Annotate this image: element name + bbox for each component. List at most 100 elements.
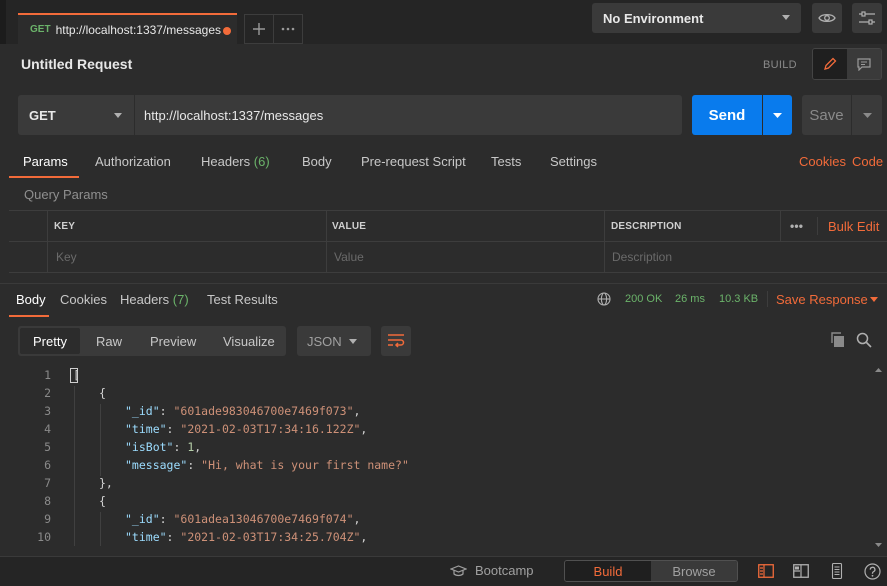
json-colon: : xyxy=(159,404,174,418)
response-tab-headers[interactable]: Headers (7) xyxy=(120,292,189,307)
code-text: }, xyxy=(99,476,113,490)
tab-settings[interactable]: Settings xyxy=(550,154,597,169)
status-code[interactable]: 200 OK xyxy=(625,293,662,305)
build-mode-button[interactable]: Build xyxy=(565,561,651,581)
pane-divider[interactable] xyxy=(0,283,887,284)
json-colon: : xyxy=(166,422,181,436)
request-title[interactable]: Untitled Request xyxy=(21,56,132,72)
browse-mode-button[interactable]: Browse xyxy=(651,561,737,581)
send-options-button[interactable] xyxy=(763,95,792,135)
line-number: 3 xyxy=(44,404,51,418)
response-tab-headers-count: (7) xyxy=(172,292,189,307)
copy-icon[interactable] xyxy=(830,332,846,348)
json-punctuation: , xyxy=(360,422,368,436)
tab-params[interactable]: Params xyxy=(23,154,68,169)
line-number: 4 xyxy=(44,422,51,436)
view-visualize-button[interactable]: Visualize xyxy=(223,334,275,349)
request-tab[interactable]: GET http://localhost:1337/messages xyxy=(18,13,237,44)
json-colon: : xyxy=(166,530,181,544)
method-label: GET xyxy=(29,107,56,123)
tab-body[interactable]: Body xyxy=(302,154,332,169)
chevron-down-icon xyxy=(782,15,790,20)
view-preview-button[interactable]: Preview xyxy=(150,334,196,349)
tab-headers[interactable]: Headers (6) xyxy=(201,154,270,169)
line-number: 8 xyxy=(44,494,51,508)
chevron-down-icon xyxy=(114,113,122,118)
editor-scrollbar[interactable] xyxy=(870,366,887,549)
url-input[interactable]: http://localhost:1337/messages xyxy=(135,95,682,135)
globe-icon[interactable] xyxy=(597,292,611,306)
bootcamp-label: Bootcamp xyxy=(475,563,534,578)
chevron-down-icon xyxy=(773,112,782,118)
save-button[interactable]: Save xyxy=(802,95,851,135)
response-tab-cookies[interactable]: Cookies xyxy=(60,292,107,307)
json-key: "message" xyxy=(125,458,188,472)
save-options-button[interactable] xyxy=(852,95,882,135)
status-bar xyxy=(0,556,887,586)
format-select[interactable]: JSON xyxy=(297,326,371,356)
manage-environments-button[interactable] xyxy=(852,3,882,33)
comment-icon xyxy=(857,57,871,71)
tab-tests[interactable]: Tests xyxy=(491,154,521,169)
method-select[interactable]: GET xyxy=(18,95,134,135)
json-punctuation: , xyxy=(353,404,361,418)
code-text: "isBot": 1, xyxy=(125,438,201,456)
response-tab-body[interactable]: Body xyxy=(16,292,46,307)
plus-icon xyxy=(253,23,265,35)
json-punctuation: , xyxy=(360,530,368,544)
column-header-description: DESCRIPTION xyxy=(611,220,682,232)
response-body-editor[interactable]: 1[2{3 "_id": "601ade983046700e7469f073", 4… xyxy=(0,366,870,546)
send-button[interactable]: Send xyxy=(692,95,762,135)
comments-button[interactable] xyxy=(847,49,881,79)
keyboard-shortcuts-icon[interactable] xyxy=(827,561,847,581)
json-value: "601ade983046700e7469f073" xyxy=(173,404,354,418)
code-text: { xyxy=(99,386,106,400)
build-mode-label: BUILD xyxy=(763,59,797,71)
view-pretty-button[interactable]: Pretty xyxy=(33,334,67,349)
tab-authorization[interactable]: Authorization xyxy=(95,154,171,169)
line-number: 5 xyxy=(44,440,51,454)
tab-options-button[interactable] xyxy=(273,14,303,44)
value-input[interactable]: Value xyxy=(334,242,364,272)
bulk-edit-link[interactable]: Bulk Edit xyxy=(828,211,879,241)
cookies-link[interactable]: Cookies xyxy=(799,154,846,169)
column-options-button[interactable]: ••• xyxy=(790,211,803,241)
wrap-lines-button[interactable] xyxy=(381,326,411,356)
edit-mode-button[interactable] xyxy=(813,49,847,79)
active-tab-indicator xyxy=(9,176,79,178)
help-icon[interactable] xyxy=(862,561,882,581)
json-key: "isBot" xyxy=(125,440,174,454)
chevron-down-icon xyxy=(349,339,357,344)
column-header-value: VALUE xyxy=(332,220,367,232)
line-number: 6 xyxy=(44,458,51,472)
tab-pre-request-script[interactable]: Pre-request Script xyxy=(361,154,466,169)
indent-guide xyxy=(100,404,101,476)
table-divider xyxy=(780,211,781,241)
table-divider xyxy=(817,217,818,235)
chevron-down-icon[interactable] xyxy=(870,297,878,302)
response-time[interactable]: 26 ms xyxy=(675,293,705,305)
search-icon[interactable] xyxy=(856,332,872,348)
tab-headers-label: Headers xyxy=(201,154,251,169)
ellipsis-icon xyxy=(281,27,295,31)
build-browse-toggle: Build Browse xyxy=(564,560,738,582)
bootcamp-button[interactable]: Bootcamp xyxy=(450,563,534,578)
layout-icon[interactable] xyxy=(791,561,811,581)
indent-guide xyxy=(100,512,101,546)
bracket-match-highlight xyxy=(70,368,78,383)
new-tab-button[interactable] xyxy=(244,14,274,44)
response-tab-test-results[interactable]: Test Results xyxy=(207,292,278,307)
response-size[interactable]: 10.3 KB xyxy=(719,293,758,305)
save-response-button[interactable]: Save Response xyxy=(776,292,868,307)
table-divider xyxy=(604,211,605,272)
line-number: 10 xyxy=(37,530,51,544)
key-input[interactable]: Key xyxy=(56,242,77,272)
environment-quick-look-button[interactable] xyxy=(812,3,842,33)
code-link[interactable]: Code xyxy=(852,154,883,169)
two-pane-view-icon[interactable] xyxy=(756,561,776,581)
description-input[interactable]: Description xyxy=(612,242,672,272)
code-text: "_id": "601adea13046700e7469f074", xyxy=(125,510,360,528)
json-value: "2021-02-03T17:34:25.704Z" xyxy=(180,530,361,544)
view-raw-button[interactable]: Raw xyxy=(96,334,122,349)
environment-select[interactable]: No Environment xyxy=(592,3,801,33)
